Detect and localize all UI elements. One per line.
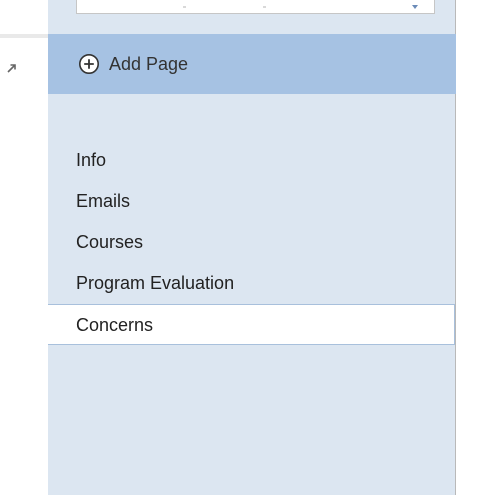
combo-text-fragment xyxy=(183,6,186,8)
page-list: Info Emails Courses Program Evaluation C… xyxy=(48,140,456,345)
page-item-concerns[interactable]: Concerns xyxy=(48,304,455,345)
add-page-button[interactable]: Add Page xyxy=(48,34,456,94)
page-item-emails[interactable]: Emails xyxy=(48,181,456,222)
search-combo-box[interactable] xyxy=(76,0,435,14)
page-item-courses[interactable]: Courses xyxy=(48,222,456,263)
combo-text-fragment xyxy=(263,6,266,8)
onenote-page-pane-window: Add Page Info Emails Courses Program Eva… xyxy=(0,0,490,495)
page-item-program-evaluation[interactable]: Program Evaluation xyxy=(48,263,456,304)
canvas-band xyxy=(0,34,48,38)
page-canvas-edge xyxy=(0,0,48,495)
page-list-pane: Add Page Info Emails Courses Program Eva… xyxy=(48,0,456,495)
expand-arrow-icon[interactable] xyxy=(6,62,18,74)
plus-circle-icon xyxy=(79,54,99,74)
add-page-label: Add Page xyxy=(109,53,189,74)
page-item-info[interactable]: Info xyxy=(48,140,456,181)
chevron-down-icon[interactable] xyxy=(412,5,418,9)
